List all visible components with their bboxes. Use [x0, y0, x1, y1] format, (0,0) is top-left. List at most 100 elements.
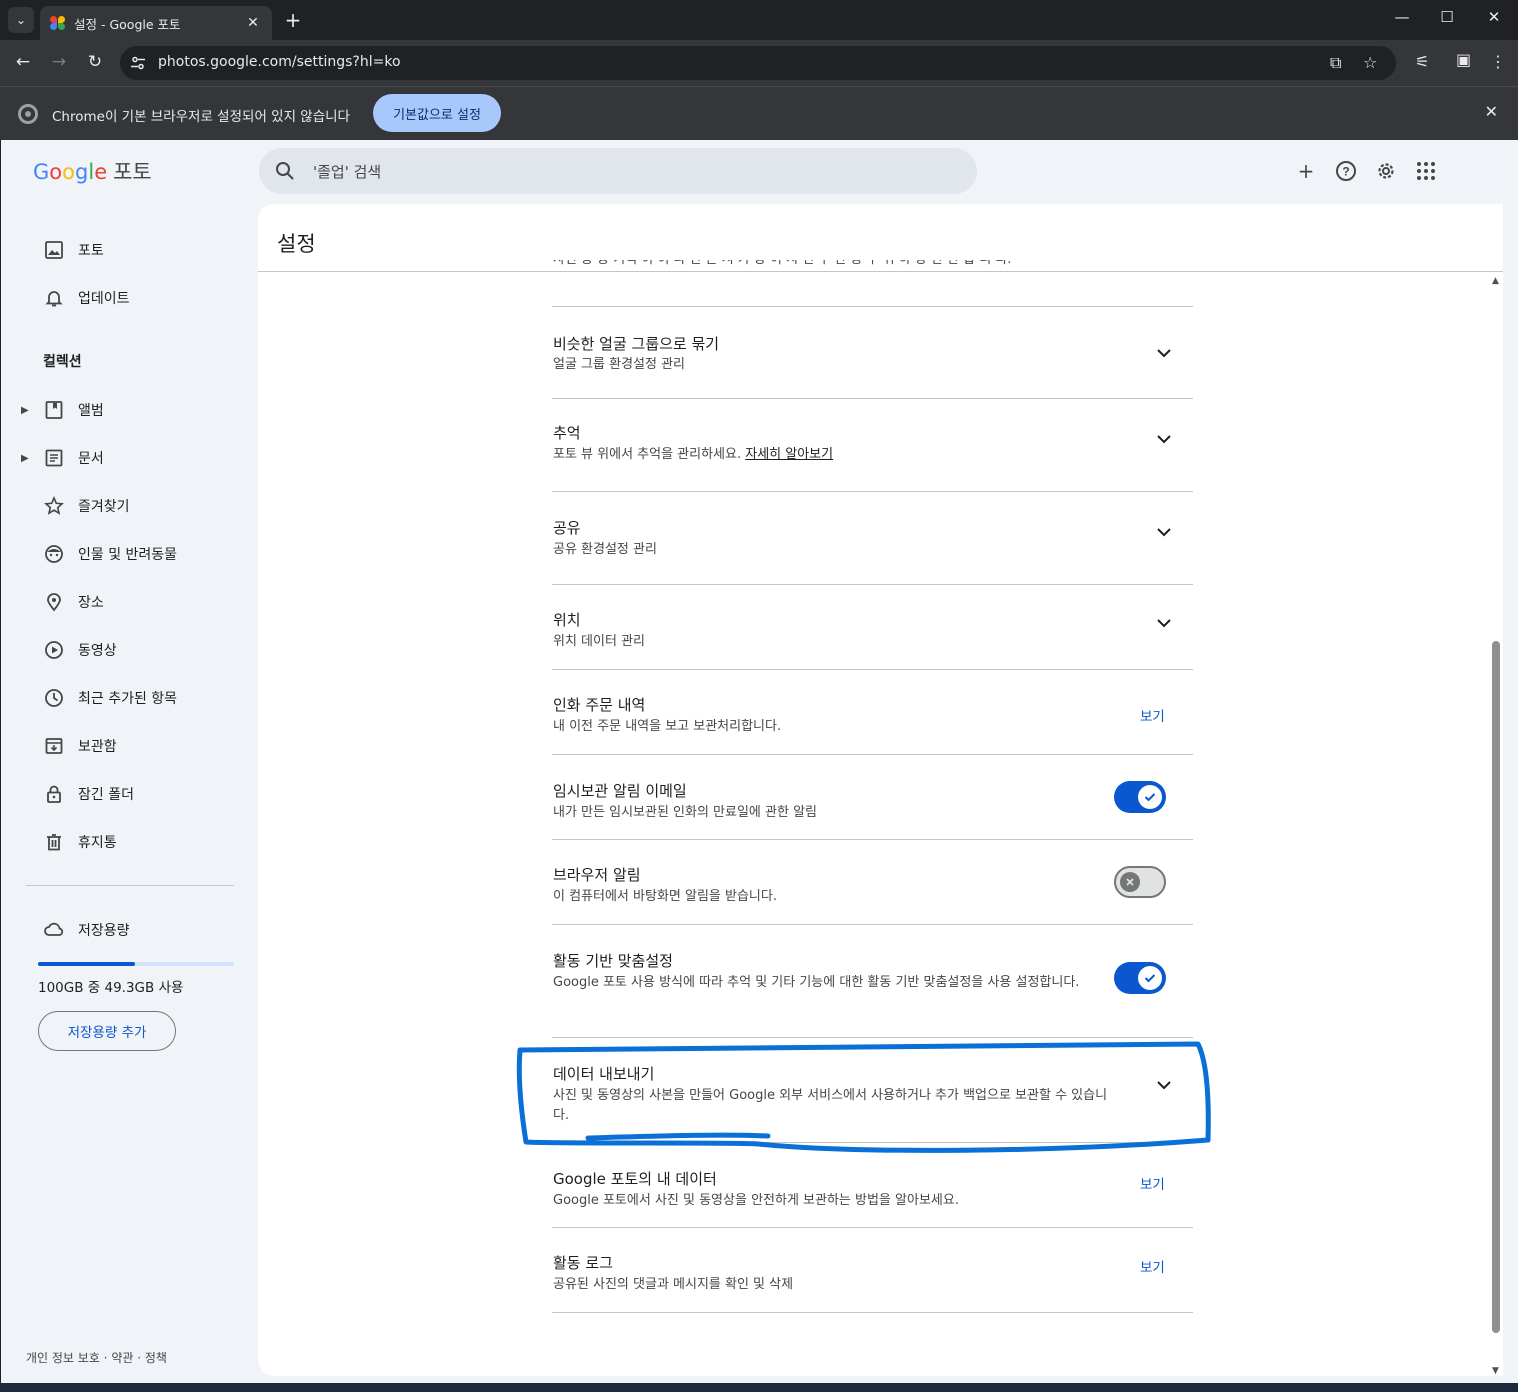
- infobar-close-icon[interactable]: ✕: [1485, 102, 1498, 121]
- new-tab-button[interactable]: +: [283, 8, 303, 32]
- sidebar-item-archive[interactable]: 보관함: [1, 726, 241, 766]
- tab-close-icon[interactable]: ✕: [244, 15, 262, 31]
- scrollbar-thumb[interactable]: [1492, 641, 1500, 1333]
- chevron-down-icon[interactable]: [1152, 1073, 1176, 1097]
- scroll-down-arrow-icon[interactable]: ▼: [1492, 1366, 1499, 1376]
- set-default-button[interactable]: 기본값으로 설정: [373, 94, 501, 132]
- settings-row-data-export[interactable]: 데이터 내보내기 사진 및 동영상의 사본을 만들어 Google 외부 서비스에…: [552, 1038, 1193, 1143]
- extension-icon[interactable]: ⚟: [1415, 52, 1429, 71]
- settings-row-description: 이 컴퓨터에서 바탕화면 알림을 받습니다.: [553, 887, 1113, 907]
- default-browser-infobar: Chrome이 기본 브라우저로 설정되어 있지 않습니다 기본값으로 설정 ✕: [0, 86, 1518, 140]
- settings-row-description: 내 이전 주문 내역을 보고 보관처리합니다.: [553, 717, 1113, 737]
- expand-arrow-icon[interactable]: ▶: [21, 453, 29, 464]
- view-button[interactable]: 보기: [1140, 1256, 1165, 1276]
- trash-icon: [43, 831, 65, 853]
- search-bar[interactable]: '졸업' 검색: [259, 148, 977, 194]
- help-icon[interactable]: ?: [1335, 160, 1357, 182]
- description-text: 공유 환경설정 관리: [553, 542, 657, 557]
- install-app-icon[interactable]: ⧉: [1330, 53, 1341, 73]
- collections-heading: 컬렉션: [43, 354, 82, 370]
- description-text: 포토 뷰 위에서 추억을 관리하세요.: [553, 447, 742, 462]
- settings-row-title: 추억: [553, 424, 581, 442]
- settings-row-title: 인화 주문 내역: [553, 696, 646, 714]
- sidebar-item-videos[interactable]: 동영상: [1, 630, 241, 670]
- tab-search-button[interactable]: ⌄: [8, 7, 34, 33]
- settings-row-title: 데이터 내보내기: [553, 1065, 655, 1083]
- settings-row-memories[interactable]: 추억포토 뷰 위에서 추억을 관리하세요. 자세히 알아보기: [552, 399, 1193, 492]
- location-icon: [43, 591, 65, 613]
- scroll-up-arrow-icon[interactable]: ▲: [1492, 276, 1499, 286]
- star-icon: [43, 495, 65, 517]
- sidebar-item-storage[interactable]: 저장용량: [1, 910, 241, 950]
- settings-row-description: Google 포토 사용 방식에 따라 추억 및 기타 기능에 대한 활동 기반…: [553, 973, 1113, 993]
- sidebar-item-documents[interactable]: ▶ 문서: [1, 438, 241, 478]
- minimize-icon[interactable]: —: [1392, 8, 1412, 26]
- settings-row-sharing[interactable]: 공유공유 환경설정 관리: [552, 492, 1193, 585]
- window-close-icon[interactable]: ✕: [1484, 8, 1504, 26]
- bookmark-star-icon[interactable]: ☆: [1363, 53, 1377, 72]
- settings-row-title: 비슷한 얼굴 그룹으로 묶기: [553, 335, 720, 353]
- chevron-down-icon[interactable]: [1152, 520, 1176, 544]
- description-text: 내가 만든 임시보관된 인화의 만료일에 관한 알림: [553, 805, 817, 820]
- settings-row-description: 위치 데이터 관리: [553, 632, 1113, 652]
- search-icon[interactable]: [275, 161, 295, 181]
- view-button[interactable]: 보기: [1140, 705, 1165, 725]
- address-bar[interactable]: photos.google.com/settings?hl=ko ⧉ ☆: [120, 46, 1396, 80]
- settings-gear-icon[interactable]: [1375, 160, 1397, 182]
- site-info-icon[interactable]: [130, 55, 146, 71]
- bell-icon: [43, 287, 65, 309]
- toggle-switch[interactable]: [1114, 781, 1166, 813]
- add-storage-button[interactable]: 저장용량 추가: [38, 1011, 176, 1051]
- settings-row-description: 내가 만든 임시보관된 인화의 만료일에 관한 알림: [553, 803, 1113, 823]
- sidebar-item-people-pets[interactable]: 인물 및 반려동물: [1, 534, 241, 574]
- back-icon[interactable]: ←: [12, 52, 34, 72]
- expand-arrow-icon[interactable]: ▶: [21, 405, 29, 416]
- storage-progress-fill: [38, 962, 135, 966]
- settings-row-description: 얼굴 그룹 환경설정 관리: [553, 355, 1113, 375]
- sidebar-item-albums[interactable]: ▶ 앨범: [1, 390, 241, 430]
- logo-product-name: 포토: [113, 160, 152, 184]
- sidebar-item-locked-folder[interactable]: 잠긴 폴더: [1, 774, 241, 814]
- settings-row-title: 공유: [553, 519, 581, 537]
- chevron-down-icon[interactable]: [1152, 611, 1176, 635]
- settings-row-description: 포토 뷰 위에서 추억을 관리하세요. 자세히 알아보기: [553, 445, 1113, 465]
- toggle-switch[interactable]: [1114, 962, 1166, 994]
- google-photos-logo[interactable]: Google 포토: [33, 156, 152, 186]
- settings-row-my-data: Google 포토의 내 데이터 Google 포토에서 사진 및 동영상을 안전…: [552, 1143, 1193, 1228]
- settings-row-title: 활동 기반 맞춤설정: [553, 952, 673, 970]
- learn-more-link[interactable]: 자세히 알아보기: [745, 447, 833, 462]
- sidebar-item-favorites[interactable]: 즐겨찾기: [1, 486, 241, 526]
- apps-grid-icon[interactable]: [1415, 160, 1437, 182]
- chrome-logo-icon: [18, 104, 38, 124]
- settings-row-similar-faces[interactable]: 비슷한 얼굴 그룹으로 묶기얼굴 그룹 환경설정 관리: [552, 306, 1193, 399]
- sidebar-item-updates[interactable]: 업데이트: [1, 278, 241, 318]
- settings-row-title: 브라우저 알림: [553, 866, 641, 884]
- settings-row-location[interactable]: 위치 위치 데이터 관리: [552, 585, 1193, 670]
- view-button[interactable]: 보기: [1140, 1173, 1165, 1193]
- add-icon[interactable]: +: [1295, 160, 1317, 182]
- chevron-down-icon[interactable]: [1152, 341, 1176, 365]
- sidebar-item-places[interactable]: 장소: [1, 582, 241, 622]
- row-divider: [552, 1312, 1193, 1313]
- description-text: 얼굴 그룹 환경설정 관리: [553, 357, 685, 372]
- footer-links[interactable]: 개인 정보 보호 · 약관 · 정책: [26, 1349, 167, 1366]
- description-text: Google 포토 사용 방식에 따라 추억 및 기타 기능에 대한 활동 기반…: [553, 975, 1080, 990]
- browser-tab[interactable]: 설정 - Google 포토 ✕: [40, 6, 272, 40]
- sidebar-item-trash[interactable]: 휴지통: [1, 822, 241, 862]
- scrollbar[interactable]: ▲ ▼: [1489, 276, 1503, 1376]
- reload-icon[interactable]: ↻: [84, 52, 106, 72]
- row-divider: [552, 306, 1193, 307]
- settings-row-description: Google 포토에서 사진 및 동영상을 안전하게 보관하는 방법을 알아보세…: [553, 1191, 1113, 1211]
- settings-row-description: 공유 환경설정 관리: [553, 540, 1113, 560]
- sidebar-item-recent[interactable]: 최근 추가된 항목: [1, 678, 241, 718]
- forward-icon[interactable]: →: [48, 52, 70, 72]
- storage-usage-text: 100GB 중 49.3GB 사용: [38, 980, 184, 996]
- toggle-switch[interactable]: [1114, 866, 1166, 898]
- check-icon: [1138, 966, 1162, 990]
- sidebar-item-photos[interactable]: 포토: [1, 230, 241, 270]
- description-text: 내 이전 주문 내역을 보고 보관처리합니다.: [553, 719, 782, 734]
- profile-icon[interactable]: ▣: [1456, 50, 1471, 69]
- chevron-down-icon[interactable]: [1152, 427, 1176, 451]
- maximize-icon[interactable]: ☐: [1437, 8, 1457, 26]
- chrome-menu-icon[interactable]: ⋮: [1490, 52, 1506, 71]
